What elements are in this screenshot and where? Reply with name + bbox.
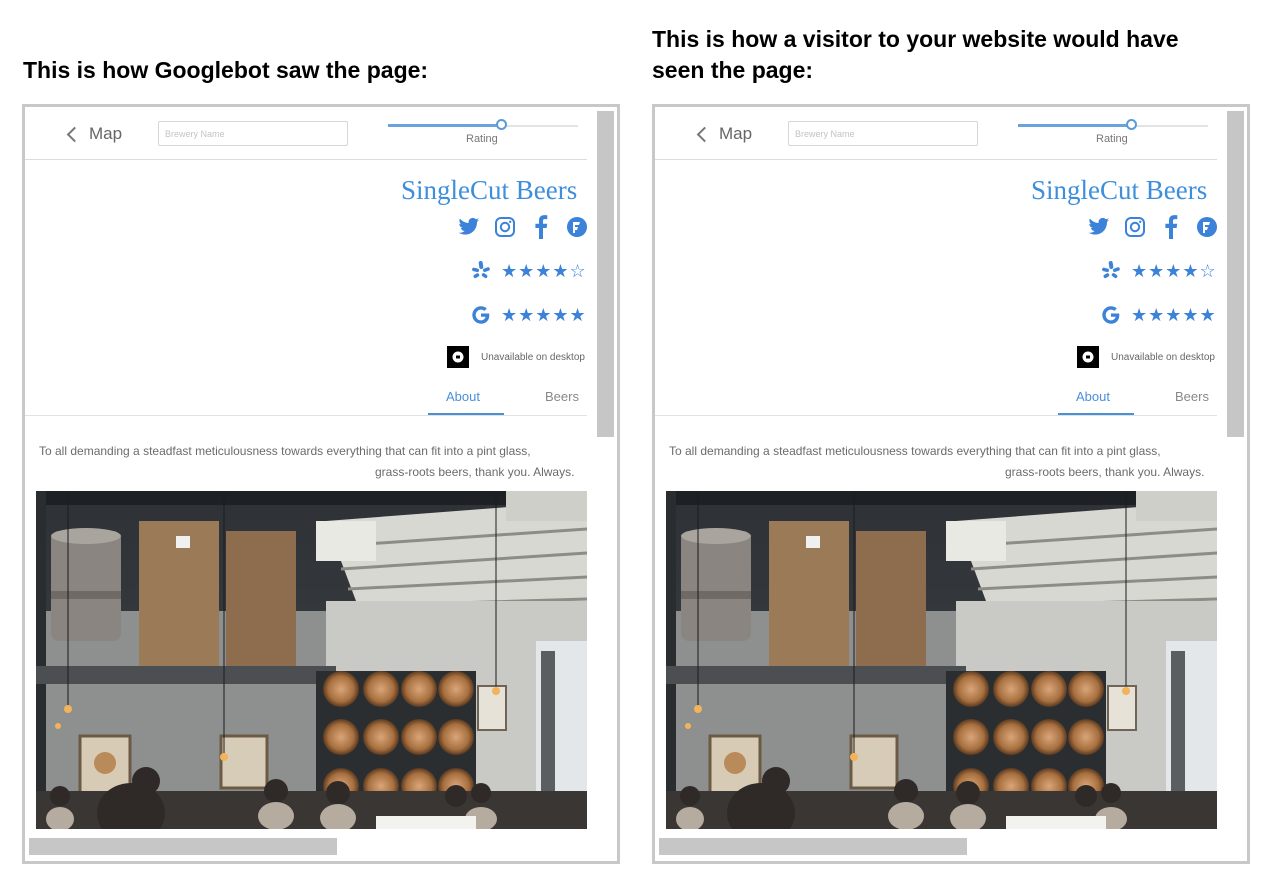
googlebot-render-panel: Map Rating SingleCut Beers: [22, 104, 620, 864]
back-label: Map: [719, 124, 753, 143]
visitor-render-panel: Map Rating SingleCut Beers: [652, 104, 1250, 864]
yelp-rating: ★★★★☆: [1099, 259, 1217, 283]
google-rating: ★★★★★: [469, 303, 587, 327]
tab-bar: About Beers: [25, 377, 587, 416]
rating-slider-fill: [388, 124, 502, 127]
page-viewport: Map Rating SingleCut Beers: [25, 107, 587, 829]
google-icon: [1099, 303, 1123, 327]
tab-bar: About Beers: [655, 377, 1217, 416]
google-rating: ★★★★★: [1099, 303, 1217, 327]
tab-about[interactable]: About: [1076, 389, 1110, 404]
yelp-stars: ★★★★☆: [501, 260, 587, 281]
social-links: [457, 215, 587, 239]
tab-beers[interactable]: Beers: [545, 389, 579, 404]
twitter-icon[interactable]: [457, 215, 481, 239]
rating-slider[interactable]: Rating: [388, 117, 578, 153]
uber-icon: [1077, 346, 1099, 368]
uber-status-text: Unavailable on desktop: [481, 351, 585, 363]
top-bar: Map Rating: [655, 107, 1217, 160]
top-bar: Map Rating: [25, 107, 587, 160]
brewery-interior-photo: [36, 491, 587, 829]
social-links: [1087, 215, 1217, 239]
description-line-1: To all demanding a steadfast meticulousn…: [39, 444, 531, 458]
vertical-scrollbar[interactable]: [597, 111, 614, 437]
tab-beers[interactable]: Beers: [1175, 389, 1209, 404]
instagram-icon[interactable]: [493, 215, 517, 239]
back-label: Map: [89, 124, 123, 143]
google-stars: ★★★★★: [1131, 304, 1217, 325]
rating-slider-thumb[interactable]: [1126, 119, 1137, 130]
uber-status-text: Unavailable on desktop: [1111, 351, 1215, 363]
chevron-left-icon: [66, 126, 83, 142]
foursquare-icon[interactable]: [1195, 215, 1217, 239]
brewery-name: SingleCut Beers: [1031, 175, 1208, 205]
google-stars: ★★★★★: [501, 304, 587, 325]
facebook-icon[interactable]: [529, 215, 553, 239]
description-line-2: grass-roots beers, thank you. Always.: [1005, 465, 1205, 479]
horizontal-scrollbar[interactable]: [659, 838, 967, 855]
rating-slider-fill: [1018, 124, 1132, 127]
back-to-map-link[interactable]: Map: [66, 123, 123, 145]
rating-label: Rating: [1096, 133, 1128, 145]
description-line-1: To all demanding a steadfast meticulousn…: [669, 444, 1161, 458]
brewery-interior-photo: [666, 491, 1217, 829]
uber-icon: [447, 346, 469, 368]
rating-label: Rating: [466, 133, 498, 145]
yelp-stars: ★★★★☆: [1131, 260, 1217, 281]
twitter-icon[interactable]: [1087, 215, 1111, 239]
brewery-name-search-input[interactable]: [788, 121, 978, 146]
horizontal-scrollbar[interactable]: [29, 838, 337, 855]
rating-slider[interactable]: Rating: [1018, 117, 1208, 153]
uber-ride[interactable]: Unavailable on desktop: [447, 346, 585, 368]
instagram-icon[interactable]: [1123, 215, 1147, 239]
tab-about[interactable]: About: [446, 389, 480, 404]
googlebot-heading: This is how Googlebot saw the page:: [23, 57, 429, 83]
yelp-icon: [1099, 259, 1123, 283]
google-icon: [469, 303, 493, 327]
brewery-name: SingleCut Beers: [401, 175, 578, 205]
uber-ride[interactable]: Unavailable on desktop: [1077, 346, 1215, 368]
active-tab-indicator: [1058, 413, 1134, 415]
vertical-scrollbar[interactable]: [1227, 111, 1244, 437]
page-viewport: Map Rating SingleCut Beers: [655, 107, 1217, 829]
yelp-icon: [469, 259, 493, 283]
description-line-2: grass-roots beers, thank you. Always.: [375, 465, 575, 479]
facebook-icon[interactable]: [1159, 215, 1183, 239]
back-to-map-link[interactable]: Map: [696, 123, 753, 145]
chevron-left-icon: [696, 126, 713, 142]
brewery-name-search-input[interactable]: [158, 121, 348, 146]
visitor-heading: This is how a visitor to your website wo…: [652, 26, 1179, 83]
foursquare-icon[interactable]: [565, 215, 587, 239]
rating-slider-thumb[interactable]: [496, 119, 507, 130]
yelp-rating: ★★★★☆: [469, 259, 587, 283]
active-tab-indicator: [428, 413, 504, 415]
